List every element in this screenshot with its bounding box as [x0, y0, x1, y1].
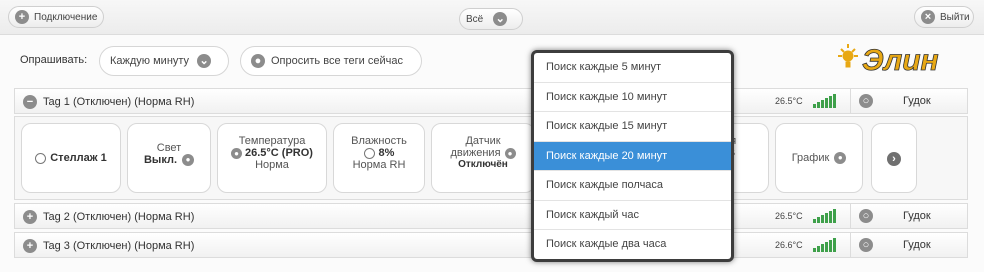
motion-icon: ● — [504, 147, 516, 159]
refresh-icon: ● — [251, 54, 265, 68]
expand-icon: + — [23, 239, 37, 253]
dropdown-option[interactable]: Поиск каждые два часа — [534, 230, 731, 260]
card-temperature[interactable]: Температура ● 26.5°C (PRO) Норма — [217, 123, 327, 193]
tag-label: Tag 2 (Отключен) (Норма RH) — [43, 211, 195, 223]
motion-title-1: Датчик — [465, 135, 501, 147]
signal-icon — [813, 238, 836, 252]
plus-icon: + — [15, 10, 29, 24]
light-title: Свет — [156, 142, 182, 154]
motion-value: Отключён — [458, 159, 508, 170]
connect-button[interactable]: + Подключение — [8, 6, 104, 28]
humidity-icon — [363, 147, 375, 159]
close-icon: × — [921, 10, 935, 24]
tag-row-2[interactable]: + Tag 2 (Отключен) (Норма RH) 26.5°C ○ Г… — [14, 203, 968, 229]
arrow-right-icon: › — [887, 152, 901, 166]
chevron-down-icon: ⌄ — [493, 12, 508, 26]
dropdown-option[interactable]: Поиск каждые 5 минут — [534, 53, 731, 83]
poll-all-button[interactable]: ● Опросить все теги сейчас — [240, 46, 422, 76]
expand-icon: + — [23, 210, 37, 224]
dropdown-option[interactable]: Поиск каждые 15 минут — [534, 112, 731, 142]
divider — [850, 89, 851, 113]
divider — [850, 233, 851, 257]
humidity-value: 8% — [378, 147, 395, 159]
elin-logo: Элин — [836, 40, 970, 77]
search-icon[interactable]: ○ — [859, 209, 873, 223]
thermometer-icon: ● — [231, 147, 242, 159]
card-next[interactable]: › — [871, 123, 917, 193]
exit-label: Выйти — [940, 11, 970, 23]
logo-text: Элин — [862, 44, 939, 76]
dropdown-option[interactable]: Поиск каждые 10 минут — [534, 83, 731, 112]
card-shelf[interactable]: Стеллаж 1 — [21, 123, 121, 193]
dropdown-option[interactable]: Поиск каждый час — [534, 201, 731, 230]
signal-icon — [813, 94, 836, 108]
beep-link[interactable]: Гудок — [903, 95, 931, 107]
top-bar: + Подключение Всё ⌄ × Выйти — [0, 0, 984, 35]
divider — [850, 204, 851, 228]
chevron-down-icon: ⌄ — [197, 54, 212, 68]
beep-link[interactable]: Гудок — [903, 239, 931, 251]
card-graph[interactable]: График ● — [775, 123, 863, 193]
tag-row-3[interactable]: + Tag 3 (Отключен) (Норма RH) 26.6°C ○ Г… — [14, 232, 968, 258]
all-select[interactable]: Всё ⌄ — [459, 8, 523, 30]
card-motion[interactable]: Датчик движения ● Отключён — [431, 123, 535, 193]
poll-interval-select[interactable]: Каждую минуту ⌄ — [99, 46, 229, 76]
card-humidity[interactable]: Влажность 8% Норма RH — [333, 123, 425, 193]
chart-icon: ● — [834, 152, 847, 164]
tag-label: Tag 1 (Отключен) (Норма RH) — [43, 96, 195, 108]
light-value: Выкл. — [143, 154, 178, 166]
temperature-value: 26.5°C (PRO) — [245, 147, 313, 159]
temperature-status: Норма — [255, 159, 289, 171]
dropdown-option[interactable]: Поиск каждые полчаса — [534, 171, 731, 201]
poll-label: Опрашивать: — [20, 54, 88, 66]
humidity-status: Норма RH — [352, 159, 406, 171]
beep-link[interactable]: Гудок — [903, 210, 931, 222]
poll-all-label: Опросить все теги сейчас — [271, 55, 403, 67]
search-icon[interactable]: ○ — [859, 94, 873, 108]
tag-temperature: 26.5°C — [775, 211, 803, 221]
collapse-icon: − — [23, 95, 37, 109]
graph-label: График — [791, 152, 830, 164]
tag-label: Tag 3 (Отключен) (Норма RH) — [43, 240, 195, 252]
temperature-title: Температура — [238, 135, 306, 147]
tag-temperature: 26.6°C — [775, 240, 803, 250]
tag-temperature: 26.5°C — [775, 96, 803, 106]
location-icon — [35, 152, 47, 164]
poll-interval-dropdown: Поиск каждые 5 минут Поиск каждые 10 мин… — [531, 50, 734, 262]
tag-1-details: Стеллаж 1 Свет Выкл. ● Температура ● 26.… — [14, 116, 968, 200]
humidity-title: Влажность — [351, 135, 407, 147]
connect-label: Подключение — [34, 11, 98, 23]
bulb-icon: ● — [182, 154, 195, 166]
all-label: Всё — [466, 13, 484, 25]
tag-row-1[interactable]: − Tag 1 (Отключен) (Норма RH) 26.5°C ○ Г… — [14, 88, 968, 114]
exit-button[interactable]: × Выйти — [914, 6, 974, 28]
card-light[interactable]: Свет Выкл. ● — [127, 123, 211, 193]
motion-title-2: движения — [450, 147, 501, 159]
shelf-value: Стеллаж 1 — [50, 152, 107, 164]
signal-icon — [813, 209, 836, 223]
dropdown-option-selected[interactable]: Поиск каждые 20 минут — [534, 141, 731, 171]
search-icon[interactable]: ○ — [859, 238, 873, 252]
poll-interval-value: Каждую минуту — [110, 55, 190, 67]
